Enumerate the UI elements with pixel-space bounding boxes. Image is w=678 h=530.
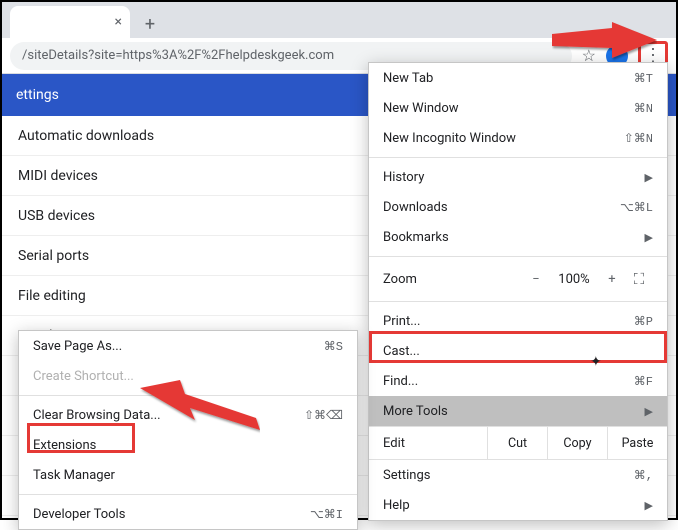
submenu-save-page[interactable]: Save Page As... ⌘S (19, 331, 357, 361)
submenu-task-manager[interactable]: Task Manager (19, 460, 357, 490)
menu-new-tab[interactable]: New Tab ⌘T (369, 63, 667, 93)
zoom-out-button[interactable]: − (523, 272, 549, 287)
menu-item-accelerator: ⇧⌘N (624, 131, 653, 146)
menu-item-accelerator: ⌘N (634, 101, 653, 116)
menu-item-accelerator: ⇧⌘⌫ (304, 408, 343, 423)
menu-item-label: Downloads (383, 200, 448, 215)
edit-copy-button[interactable]: Copy (547, 427, 607, 459)
menu-new-incognito[interactable]: New Incognito Window ⇧⌘N (369, 123, 667, 153)
menu-settings[interactable]: Settings ⌘, (369, 460, 667, 490)
menu-item-label: Save Page As... (33, 339, 122, 354)
fullscreen-icon[interactable]: ⛶ (625, 270, 653, 288)
chevron-right-icon: ▶ (645, 499, 653, 512)
chevron-right-icon: ▶ (645, 231, 653, 244)
more-tools-submenu: Save Page As... ⌘S Create Shortcut... Cl… (18, 330, 358, 530)
menu-history[interactable]: History ▶ (369, 162, 667, 192)
menu-zoom-row: Zoom − 100% + ⛶ (369, 261, 667, 297)
menu-more-tools[interactable]: More Tools ▶ (369, 396, 667, 426)
menu-item-label: New Incognito Window (383, 131, 516, 146)
tab-strip: × + (2, 2, 676, 38)
menu-separator (19, 494, 357, 495)
menu-separator (369, 157, 667, 158)
menu-item-label: Cast... (383, 344, 420, 359)
chrome-main-menu: New Tab ⌘T New Window ⌘N New Incognito W… (368, 62, 668, 521)
settings-title: ettings (16, 87, 59, 103)
edit-paste-button[interactable]: Paste (607, 427, 667, 459)
menu-item-label: Developer Tools (33, 507, 125, 522)
menu-edit-row: Edit Cut Copy Paste (369, 426, 667, 460)
submenu-extensions[interactable]: Extensions (19, 430, 357, 460)
edit-cut-button[interactable]: Cut (487, 427, 547, 459)
menu-item-label: New Tab (383, 71, 433, 86)
menu-find[interactable]: Find... ⌘F (369, 366, 667, 396)
zoom-in-button[interactable]: + (599, 272, 625, 287)
menu-item-label: Bookmarks (383, 230, 449, 245)
submenu-clear-browsing-data[interactable]: Clear Browsing Data... ⇧⌘⌫ (19, 400, 357, 430)
menu-item-accelerator: ⌥⌘L (620, 200, 653, 215)
menu-item-label: Create Shortcut... (33, 369, 134, 384)
menu-item-label: Settings (383, 468, 430, 483)
menu-item-label: Task Manager (33, 468, 115, 483)
menu-item-label: Clear Browsing Data... (33, 408, 161, 423)
menu-downloads[interactable]: Downloads ⌥⌘L (369, 192, 667, 222)
menu-item-label: Find... (383, 374, 418, 389)
close-tab-icon[interactable]: × (115, 14, 122, 30)
menu-separator (369, 301, 667, 302)
menu-item-accelerator: ⌘S (324, 339, 343, 354)
menu-item-label: Print... (383, 314, 420, 329)
menu-item-accelerator: ⌘, (634, 468, 653, 483)
menu-item-accelerator: ⌘P (634, 314, 653, 329)
menu-item-label: Extensions (33, 438, 96, 453)
menu-separator (369, 256, 667, 257)
menu-bookmarks[interactable]: Bookmarks ▶ (369, 222, 667, 252)
zoom-label: Zoom (383, 272, 523, 287)
submenu-developer-tools[interactable]: Developer Tools ⌥⌘I (19, 499, 357, 529)
menu-item-accelerator: ⌘T (634, 71, 653, 86)
menu-item-label: History (383, 170, 424, 185)
chevron-right-icon: ▶ (645, 171, 653, 184)
menu-print[interactable]: Print... ⌘P (369, 306, 667, 336)
menu-item-label: New Window (383, 101, 459, 116)
menu-item-accelerator: ⌥⌘I (310, 507, 343, 522)
menu-help[interactable]: Help ▶ (369, 490, 667, 520)
menu-item-label: More Tools (383, 404, 448, 419)
menu-separator (19, 395, 357, 396)
chevron-right-icon: ▶ (645, 405, 653, 418)
menu-item-label: Help (383, 498, 410, 513)
menu-item-accelerator: ⌘F (634, 374, 653, 389)
zoom-value: 100% (549, 272, 599, 287)
edit-label: Edit (369, 427, 487, 459)
menu-cast[interactable]: Cast... (369, 336, 667, 366)
browser-tab[interactable]: × (10, 6, 130, 38)
menu-new-window[interactable]: New Window ⌘N (369, 93, 667, 123)
address-text: /siteDetails?site=https%3A%2F%2Fhelpdesk… (22, 48, 334, 63)
submenu-create-shortcut: Create Shortcut... (19, 361, 357, 391)
new-tab-button[interactable]: + (136, 10, 164, 38)
